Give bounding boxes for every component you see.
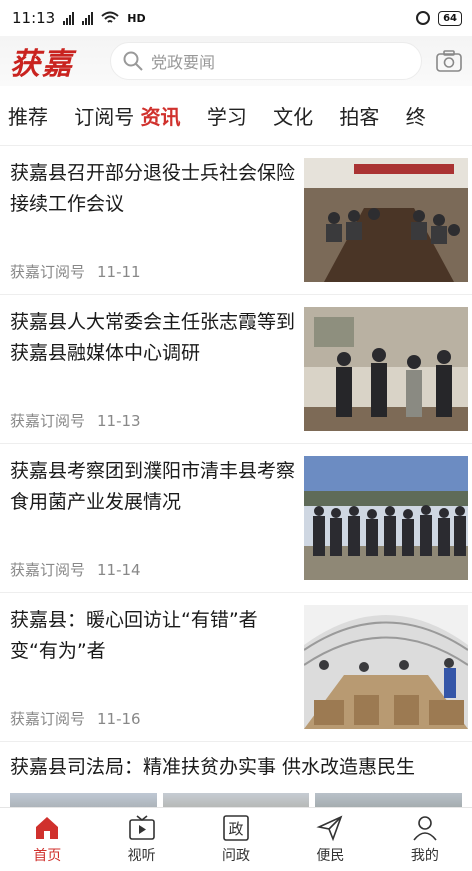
group-photo[interactable] <box>304 456 468 580</box>
status-time: 11:13 <box>12 9 56 27</box>
news-text: 获嘉县：暖心回访让“有错”者变“有为”者 获嘉订阅号 11-16 <box>10 605 304 729</box>
news-item[interactable]: 获嘉县人大常委会主任张志霞等到获嘉县融媒体中心调研 获嘉订阅号 11-13 <box>0 295 472 444</box>
alarm-icon <box>416 11 431 25</box>
signal-icon-2 <box>82 11 94 25</box>
bottom-nav: 首页 视听 政 问政 便民 我的 <box>0 807 472 871</box>
news-text: 获嘉县人大常委会主任张志霞等到获嘉县融媒体中心调研 获嘉订阅号 11-13 <box>10 307 304 431</box>
greenhouse-photo[interactable] <box>304 605 468 729</box>
status-left: 11:13 HD <box>12 9 146 27</box>
app-logo[interactable]: 获嘉 <box>10 39 110 83</box>
signal-icon <box>63 11 75 25</box>
nav-label: 视听 <box>127 848 156 864</box>
home-icon <box>36 817 59 839</box>
news-title: 获嘉县司法局：精准扶贫办实事 供水改造惠民生 <box>10 756 416 778</box>
tab-subscriptions[interactable]: 订阅号 <box>74 101 140 130</box>
strip-photo[interactable] <box>162 793 310 807</box>
strip-photo[interactable] <box>10 793 157 807</box>
search-placeholder: 党政要闻 <box>151 53 216 72</box>
news-meta: 获嘉订阅号 11-14 <box>10 559 296 580</box>
search-bar[interactable]: 党政要闻 <box>110 42 422 80</box>
news-text: 获嘉县召开部分退役士兵社会保险接续工作会议 获嘉订阅号 11-11 <box>10 158 304 282</box>
news-date: 11-14 <box>97 561 141 579</box>
news-date: 11-11 <box>97 263 141 281</box>
status-bar: 11:13 HD 64 <box>0 0 472 36</box>
news-feed: 获嘉县召开部分退役士兵社会保险接续工作会议 获嘉订阅号 11-11 获嘉县人大常委… <box>0 146 472 807</box>
search-icon <box>123 51 143 71</box>
strip-photo[interactable] <box>315 793 463 807</box>
nav-label: 问政 <box>222 848 251 864</box>
news-text: 获嘉县考察团到濮阳市清丰县考察食用菌产业发展情况 获嘉订阅号 11-14 <box>10 456 304 580</box>
app-header: 获嘉 党政要闻 <box>0 36 472 86</box>
status-right: 64 <box>416 10 462 26</box>
nav-profile[interactable]: 我的 <box>378 808 472 871</box>
news-item[interactable]: 获嘉县：暖心回访让“有错”者变“有为”者 获嘉订阅号 11-16 <box>0 593 472 742</box>
news-date: 11-13 <box>97 412 141 430</box>
nav-label: 我的 <box>410 848 439 864</box>
news-date: 11-16 <box>97 710 141 728</box>
politics-icon: 政 <box>223 815 249 841</box>
category-tabs: 推荐 订阅号 资讯 学习 文化 拍客 终 <box>0 86 472 146</box>
visit-photo[interactable] <box>304 307 468 431</box>
news-source: 获嘉订阅号 <box>10 263 86 281</box>
news-title: 获嘉县：暖心回访让“有错”者变“有为”者 <box>10 609 258 662</box>
news-source: 获嘉订阅号 <box>10 710 86 728</box>
nav-label: 便民 <box>316 848 345 864</box>
news-item-wide[interactable]: 获嘉县司法局：精准扶贫办实事 供水改造惠民生 <box>0 742 472 807</box>
news-meta: 获嘉订阅号 11-16 <box>10 708 296 729</box>
tab-photo[interactable]: 拍客 <box>339 101 405 130</box>
image-strip <box>10 793 463 807</box>
nav-services[interactable]: 便民 <box>283 808 377 871</box>
tv-icon <box>128 815 155 840</box>
news-title: 获嘉县考察团到濮阳市清丰县考察食用菌产业发展情况 <box>10 460 296 513</box>
news-meta: 获嘉订阅号 11-13 <box>10 410 296 431</box>
tab-culture[interactable]: 文化 <box>273 101 339 130</box>
news-title: 获嘉县人大常委会主任张志霞等到获嘉县融媒体中心调研 <box>10 311 296 364</box>
nav-home[interactable]: 首页 <box>0 808 94 871</box>
tab-recommend[interactable]: 推荐 <box>8 101 74 130</box>
network-type: HD <box>127 11 146 25</box>
meeting-photo[interactable] <box>304 158 468 282</box>
wifi-icon <box>101 11 119 23</box>
news-meta: 获嘉订阅号 11-11 <box>10 261 296 282</box>
news-item[interactable]: 获嘉县召开部分退役士兵社会保险接续工作会议 获嘉订阅号 11-11 <box>0 146 472 295</box>
news-source: 获嘉订阅号 <box>10 561 86 579</box>
user-icon <box>413 816 437 841</box>
news-title: 获嘉县召开部分退役士兵社会保险接续工作会议 <box>10 162 296 215</box>
tab-study[interactable]: 学习 <box>207 101 273 130</box>
tab-news[interactable]: 资讯 <box>141 101 207 130</box>
nav-label: 首页 <box>33 848 62 864</box>
battery-icon: 64 <box>438 10 462 26</box>
news-item[interactable]: 获嘉县考察团到濮阳市清丰县考察食用菌产业发展情况 获嘉订阅号 11-14 <box>0 444 472 593</box>
send-icon <box>316 815 343 842</box>
svg-text:政: 政 <box>229 820 244 838</box>
camera-icon[interactable] <box>436 50 462 72</box>
nav-av[interactable]: 视听 <box>94 808 188 871</box>
nav-politics[interactable]: 政 问政 <box>189 808 283 871</box>
news-source: 获嘉订阅号 <box>10 412 86 430</box>
tab-more[interactable]: 终 <box>406 101 472 130</box>
